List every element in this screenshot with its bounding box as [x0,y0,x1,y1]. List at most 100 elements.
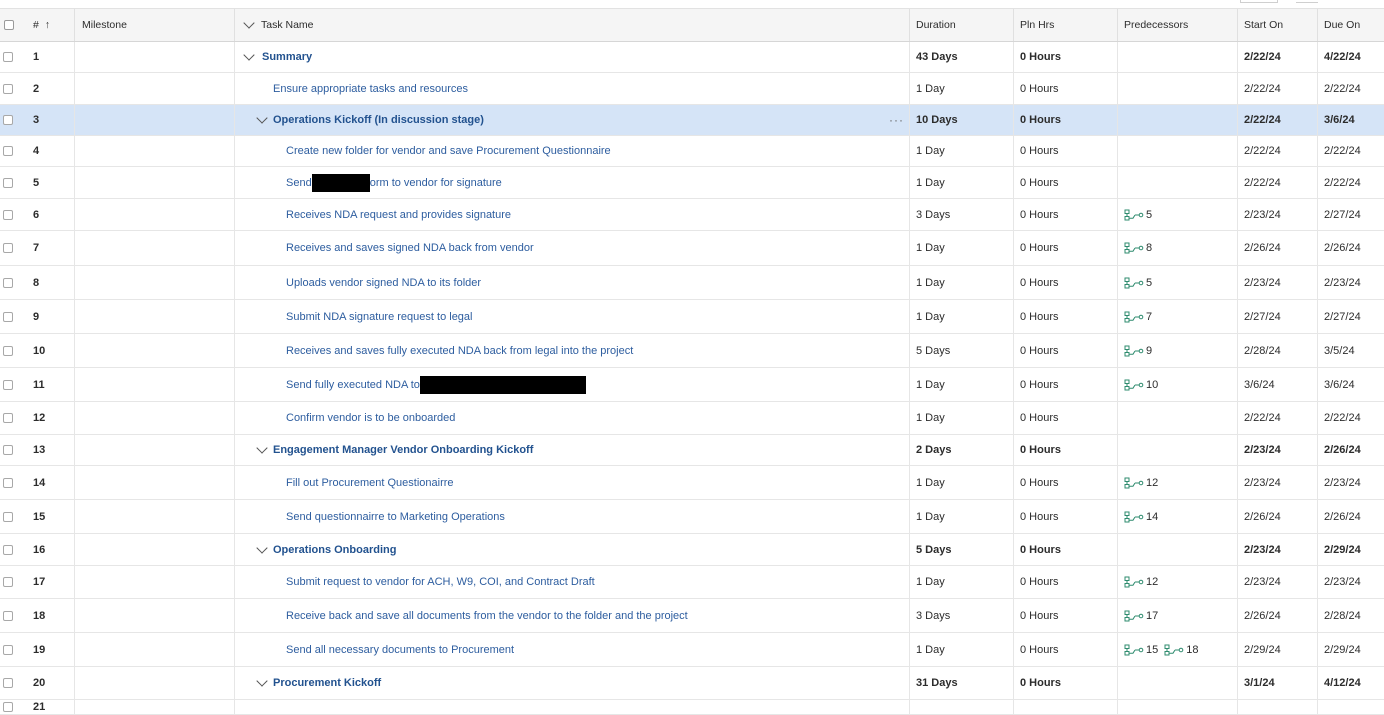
duration-cell[interactable]: 1 Day [916,633,945,666]
collapse-all-icon[interactable] [243,17,255,29]
due-on-cell[interactable]: 2/28/24 [1324,599,1361,632]
task-name-link[interactable]: Receives and saves signed NDA back from … [286,242,534,254]
duration-cell[interactable]: 1 Day [916,402,945,434]
pln-hrs-cell[interactable]: 0 Hours [1020,402,1059,434]
due-on-cell[interactable]: 2/26/24 [1324,435,1361,465]
pln-hrs-cell[interactable]: 0 Hours [1020,633,1059,666]
predecessor-item[interactable]: 12 [1124,576,1158,588]
due-on-cell[interactable]: 2/23/24 [1324,566,1361,598]
task-name-link[interactable]: Engagement Manager Vendor Onboarding Kic… [273,444,533,456]
table-row[interactable]: 15 Send questionnairre to Marketing Opera… [0,500,1384,534]
predecessors-cell[interactable]: 5 [1124,199,1158,230]
pln-hrs-cell[interactable]: 0 Hours [1020,534,1061,565]
due-on-cell[interactable]: 3/6/24 [1324,368,1355,401]
pln-hrs-cell[interactable]: 0 Hours [1020,231,1059,265]
table-row[interactable]: 10 Receives and saves fully executed NDA … [0,334,1384,368]
row-checkbox[interactable] [3,477,13,488]
predecessors-cell[interactable]: 14 [1124,500,1164,533]
start-on-cell[interactable]: 3/6/24 [1244,368,1275,401]
task-name-link[interactable]: Receives NDA request and provides signat… [286,209,511,221]
task-name-link[interactable]: Receives and saves fully executed NDA ba… [286,345,633,357]
due-on-cell[interactable]: 2/27/24 [1324,199,1361,230]
due-on-cell[interactable]: 2/27/24 [1324,300,1361,333]
task-name-link[interactable]: Send all necessary documents to Procurem… [286,644,514,656]
row-checkbox[interactable] [3,644,13,655]
start-on-cell[interactable]: 2/29/24 [1244,633,1281,666]
task-name-link[interactable]: Summary [262,51,312,63]
row-checkbox[interactable] [3,177,13,188]
duration-cell[interactable]: 1 Day [916,300,945,333]
duration-cell[interactable]: 3 Days [916,199,950,230]
task-name-cell[interactable]: Uploads vendor signed NDA to its folder [286,266,481,299]
task-name-cell[interactable]: Summary [262,42,312,72]
start-on-cell[interactable]: 2/23/24 [1244,266,1281,299]
pln-hrs-cell[interactable]: 0 Hours [1020,136,1059,166]
duration-cell[interactable]: 1 Day [916,466,945,499]
start-on-cell[interactable]: 2/22/24 [1244,402,1281,434]
predecessors-cell[interactable]: 12 [1124,466,1164,499]
pln-hrs-cell[interactable]: 0 Hours [1020,435,1061,465]
due-on-cell[interactable]: 2/22/24 [1324,73,1361,104]
pln-hrs-cell[interactable]: 0 Hours [1020,167,1059,198]
task-name-link[interactable]: Procurement Kickoff [273,677,381,689]
due-on-cell[interactable]: 2/26/24 [1324,231,1361,265]
due-on-cell[interactable]: 2/22/24 [1324,167,1361,198]
predecessor-item[interactable]: 5 [1124,277,1152,289]
row-checkbox[interactable] [3,115,13,125]
pln-hrs-cell[interactable]: 0 Hours [1020,599,1059,632]
table-row[interactable]: 5 Send orm to vendor for signature 1 Day 0 H… [0,167,1384,199]
start-on-cell[interactable]: 3/1/24 [1244,667,1275,699]
pln-hrs-cell[interactable]: 0 Hours [1020,266,1059,299]
row-checkbox[interactable] [3,311,13,322]
task-name-cell[interactable]: Receive back and save all documents from… [286,599,688,632]
duration-cell[interactable]: 1 Day [916,231,945,265]
task-name-link[interactable]: Submit request to vendor for ACH, W9, CO… [286,576,595,588]
predecessors-cell[interactable]: 15 18 [1124,633,1205,666]
column-header-pln-hrs[interactable]: Pln Hrs [1020,9,1054,41]
pln-hrs-cell[interactable]: 0 Hours [1020,105,1061,135]
pln-hrs-cell[interactable]: 0 Hours [1020,500,1059,533]
predecessor-item[interactable]: 15 [1124,644,1158,656]
start-on-cell[interactable]: 2/22/24 [1244,167,1281,198]
start-on-cell[interactable]: 2/22/24 [1244,105,1281,135]
pln-hrs-cell[interactable]: 0 Hours [1020,368,1059,401]
column-header-due-on[interactable]: Due On [1324,9,1360,41]
select-all-checkbox[interactable] [4,20,14,30]
table-row[interactable]: 18 Receive back and save all documents fr… [0,599,1384,633]
row-checkbox[interactable] [3,544,13,555]
chevron-down-icon[interactable] [256,112,268,124]
task-name-link[interactable]: Submit NDA signature request to legal [286,311,473,323]
task-name-cell[interactable]: Operations Onboarding [273,534,396,565]
chevron-down-icon[interactable] [256,675,268,687]
pln-hrs-cell[interactable]: 0 Hours [1020,667,1061,699]
duration-cell[interactable]: 31 Days [916,667,958,699]
chevron-down-icon[interactable] [256,541,268,554]
task-name-cell[interactable]: Receives and saves fully executed NDA ba… [286,334,633,367]
pln-hrs-cell[interactable]: 0 Hours [1020,73,1059,104]
start-on-cell[interactable]: 2/22/24 [1244,42,1281,72]
predecessor-item[interactable]: 12 [1124,477,1158,489]
due-on-cell[interactable]: 2/26/24 [1324,500,1361,533]
pln-hrs-cell[interactable]: 0 Hours [1020,466,1059,499]
task-name-cell[interactable]: Send fully executed NDA to [286,368,586,401]
start-on-cell[interactable]: 2/23/24 [1244,435,1281,465]
table-row[interactable]: 13 Engagement Manager Vendor Onboarding K… [0,435,1384,466]
column-header-milestone[interactable]: Milestone [82,9,127,41]
duration-cell[interactable]: 3 Days [916,599,950,632]
pln-hrs-cell[interactable]: 0 Hours [1020,566,1059,598]
table-row[interactable]: 7 Receives and saves signed NDA back from… [0,231,1384,266]
table-row[interactable]: 9 Submit NDA signature request to legal 1 … [0,300,1384,334]
due-on-cell[interactable]: 2/22/24 [1324,136,1361,166]
table-row[interactable]: 11 Send fully executed NDA to 1 Day 0 Hours… [0,368,1384,402]
row-checkbox[interactable] [3,413,13,423]
row-checkbox[interactable] [3,83,13,94]
start-on-cell[interactable]: 2/27/24 [1244,300,1281,333]
duration-cell[interactable]: 1 Day [916,566,945,598]
start-on-cell[interactable]: 2/22/24 [1244,73,1281,104]
task-name-cell[interactable]: Confirm vendor is to be onboarded [286,402,455,434]
task-name-cell[interactable]: Create new folder for vendor and save Pr… [286,136,611,166]
table-row[interactable]: 14 Fill out Procurement Questionairre 1 Da… [0,466,1384,500]
task-name-link[interactable]: Uploads vendor signed NDA to its folder [286,277,481,289]
due-on-cell[interactable]: 4/12/24 [1324,667,1361,699]
table-row[interactable]: 4 Create new folder for vendor and save P… [0,136,1384,167]
